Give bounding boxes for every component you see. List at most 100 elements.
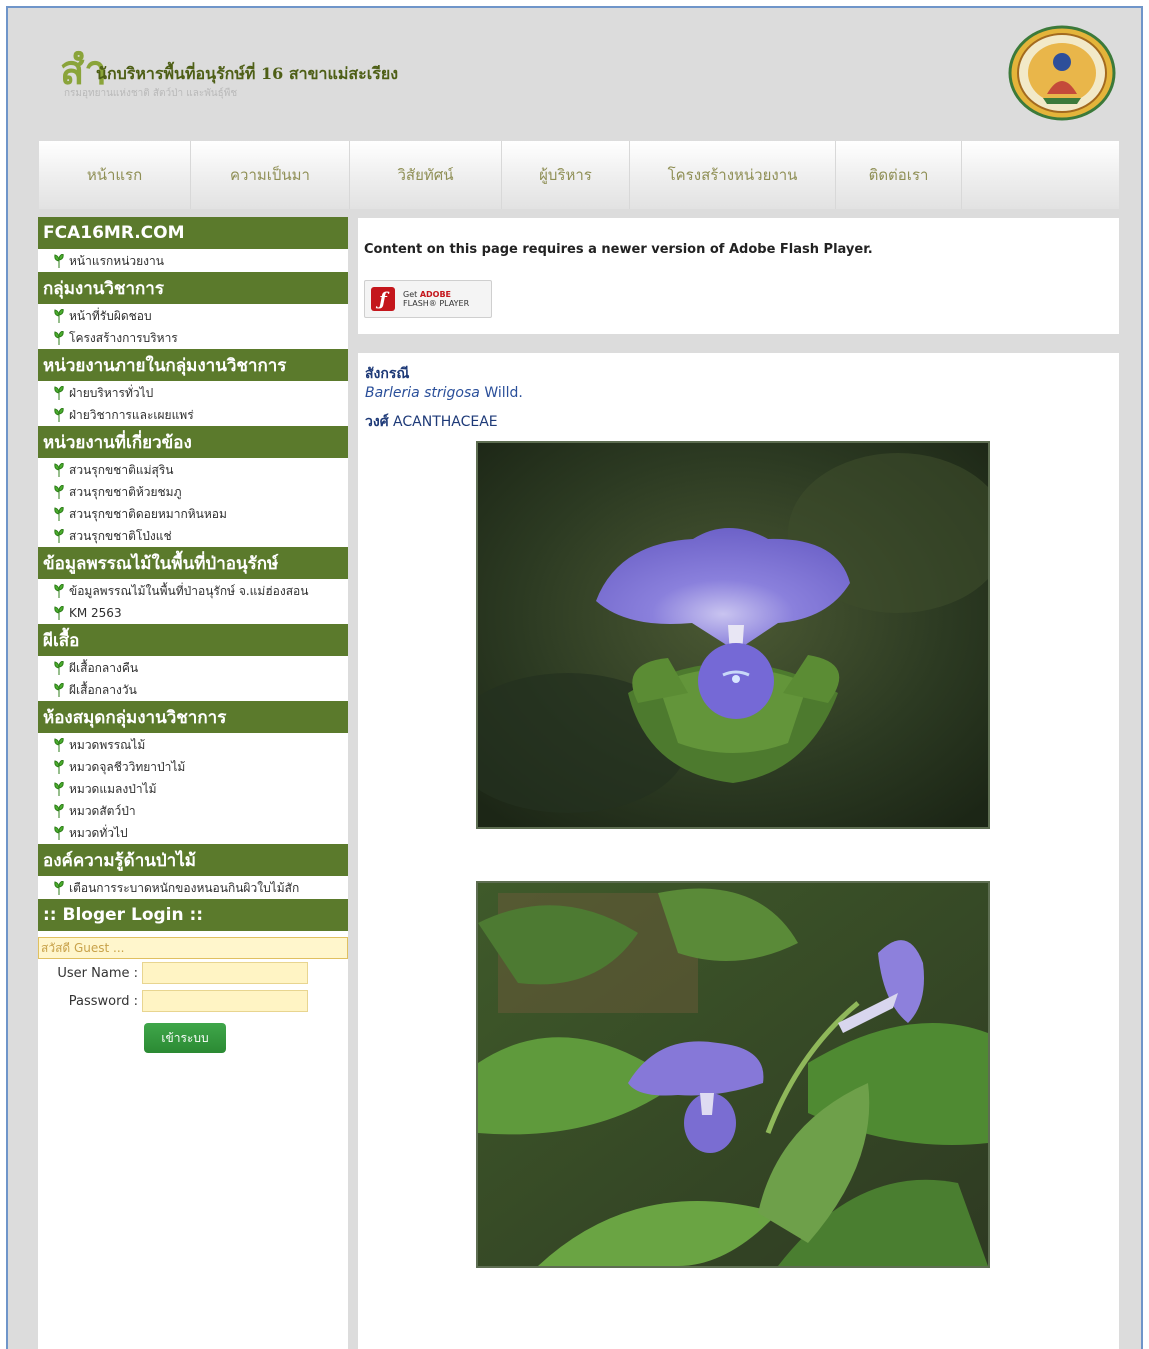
plant-family-value: ACANTHACEAE [393,414,498,430]
sidebar-link-label: ข้อมูลพรรณไม้ในพื้นที่ป่าอนุรักษ์ จ.แม่ฮ… [69,583,309,598]
sidebar-link-label: สวนรุกขชาติดอยหมากหินหอม [69,506,227,521]
sidebar-link[interactable]: หมวดแมลงป่าไม้ [38,778,348,800]
sidebar-section-title: กลุ่มงานวิชาการ [38,272,348,304]
sidebar-link[interactable]: หน้าแรกหน่วยงาน [38,250,348,272]
sidebar-section-title: หน่วยงานภายในกลุ่มงานวิชาการ [38,349,348,381]
nav-home[interactable]: หน้าแรก [39,141,191,209]
flash-player-text: FLASH® PLAYER [403,299,470,308]
sidebar-link[interactable]: หมวดทั่วไป [38,822,348,844]
sidebar-link-label: สวนรุกขชาติแม่สุริน [69,462,174,477]
flash-adobe-text: ADOBE [419,290,452,299]
sidebar-link[interactable]: ฝ่ายวิชาการและเผยแพร่ [38,404,348,426]
password-row: Password : [38,987,348,1015]
sidebar-section-title: ผีเสื้อ [38,624,348,656]
plant-icon [54,760,64,774]
nav-vision[interactable]: วิสัยทัศน์ [350,141,502,209]
password-input[interactable] [142,990,308,1012]
nav-executives[interactable]: ผู้บริหาร [502,141,630,209]
plant-icon [54,254,64,268]
plant-icon [54,738,64,752]
sidebar-link[interactable]: หมวดจุลชีววิทยาป่าไม้ [38,756,348,778]
sidebar-link[interactable]: ผีเสื้อกลางคืน [38,657,348,679]
plant-icon [54,485,64,499]
department-seal-icon [1008,25,1116,121]
sidebar-link-label: ผีเสื้อกลางวัน [69,682,137,697]
sidebar-link[interactable]: หน้าที่รับผิดชอบ [38,305,348,327]
username-input[interactable] [142,962,308,984]
username-row: User Name : [38,959,348,987]
sidebar-link-label: หมวดสัตว์ป่า [69,803,136,818]
plant-icon [54,606,64,620]
plant-content: สังกรณี Barleria strigosa Willd. วงศ์ AC… [358,353,1119,1349]
login-title: :: Bloger Login :: [38,899,348,931]
sidebar-link-label: ฝ่ายวิชาการและเผยแพร่ [69,407,194,422]
sidebar-link[interactable]: โครงสร้างการบริหาร [38,327,348,349]
get-flash-player-button[interactable]: ƒ Get ADOBE FLASH® PLAYER [364,280,492,318]
nav-contact[interactable]: ติดต่อเรา [836,141,962,209]
flower-photo-2 [476,881,990,1268]
plant-scientific-name: Barleria strigosa Willd. [365,385,523,401]
plant-icon [54,309,64,323]
sidebar-link-label: เตือนการระบาดหนักของหนอนกินผิวใบไม้สัก [69,880,300,895]
sidebar-link-label: หน้าแรกหน่วยงาน [69,253,164,268]
sidebar-link-label: สวนรุกขชาติห้วยชมภู [69,484,182,499]
sidebar: FCA16MR.COM หน้าแรกหน่วยงาน กลุ่มงานวิชา… [38,217,348,1349]
page-frame: สำ นักบริหารพื้นที่อนุรักษ์ที่ 16 สาขาแม… [6,6,1143,1349]
sidebar-link[interactable]: ผีเสื้อกลางวัน [38,679,348,701]
plant-author: Willd. [484,385,523,401]
flash-get-text: Get [403,290,418,299]
sidebar-link-label: โครงสร้างการบริหาร [69,330,178,345]
sidebar-link[interactable]: สวนรุกขชาติดอยหมากหินหอม [38,503,348,525]
plant-icon [54,507,64,521]
sidebar-link-label: หน้าที่รับผิดชอบ [69,308,152,323]
sidebar-link[interactable]: KM 2563 [38,602,348,624]
flash-button-label: Get ADOBE FLASH® PLAYER [403,290,469,308]
sidebar-link-label: ผีเสื้อกลางคืน [69,660,139,675]
plant-family-label: วงศ์ [365,414,389,430]
sidebar-link[interactable]: ข้อมูลพรรณไม้ในพื้นที่ป่าอนุรักษ์ จ.แม่ฮ… [38,580,348,602]
sidebar-link[interactable]: หมวดพรรณไม้ [38,734,348,756]
main-nav: หน้าแรก ความเป็นมา วิสัยทัศน์ ผู้บริหาร … [39,141,1119,209]
sidebar-link[interactable]: สวนรุกขชาติห้วยชมภู [38,481,348,503]
nav-history[interactable]: ความเป็นมา [191,141,350,209]
flower-photo-1 [476,441,990,829]
guest-greeting: สวัสดี Guest ... [38,937,348,959]
sidebar-section-title: ข้อมูลพรรณไม้ในพื้นที่ป่าอนุรักษ์ [38,547,348,579]
plant-icon [54,463,64,477]
plant-icon [54,804,64,818]
plant-icon [54,683,64,697]
plant-icon [54,584,64,598]
plant-icon [54,386,64,400]
sidebar-link[interactable]: หมวดสัตว์ป่า [38,800,348,822]
sidebar-link[interactable]: เตือนการระบาดหนักของหนอนกินผิวใบไม้สัก [38,877,348,899]
sidebar-link[interactable]: ฝ่ายบริหารทั่วไป [38,382,348,404]
plant-icon [54,408,64,422]
plant-icon [54,529,64,543]
sidebar-link-label: หมวดทั่วไป [69,825,128,840]
site-header: สำ นักบริหารพื้นที่อนุรักษ์ที่ 16 สาขาแม… [8,8,1141,138]
sidebar-link[interactable]: สวนรุกขชาติโป่งแช่ [38,525,348,547]
sidebar-section-title: FCA16MR.COM [38,217,348,249]
plant-icon [54,881,64,895]
login-button[interactable]: เข้าระบบ [144,1023,226,1053]
plant-family: วงศ์ ACANTHACEAE [365,411,498,433]
plant-icon [54,331,64,345]
password-label: Password : [68,993,138,1009]
sidebar-section-title: ห้องสมุดกลุ่มงานวิชาการ [38,701,348,733]
plant-icon [54,782,64,796]
plant-binomial: Barleria strigosa [365,385,480,401]
sidebar-section-title: องค์ความรู้ด้านป่าไม้ [38,844,348,876]
site-title: นักบริหารพื้นที่อนุรักษ์ที่ 16 สาขาแม่สะ… [96,64,398,83]
sidebar-link-label: ฝ่ายบริหารทั่วไป [69,385,154,400]
sidebar-link[interactable]: สวนรุกขชาติแม่สุริน [38,459,348,481]
flower-photo-2-image [478,883,988,1266]
sidebar-link-label: หมวดจุลชีววิทยาป่าไม้ [69,759,186,774]
sidebar-link-label: หมวดพรรณไม้ [69,737,146,752]
flash-icon: ƒ [371,287,395,311]
nav-structure[interactable]: โครงสร้างหน่วยงาน [630,141,836,209]
username-label: User Name : [57,965,138,981]
flash-notice: Content on this page requires a newer ve… [358,218,1119,334]
sidebar-link-label: KM 2563 [69,606,122,620]
sidebar-link-label: สวนรุกขชาติโป่งแช่ [69,528,172,543]
plant-icon [54,826,64,840]
